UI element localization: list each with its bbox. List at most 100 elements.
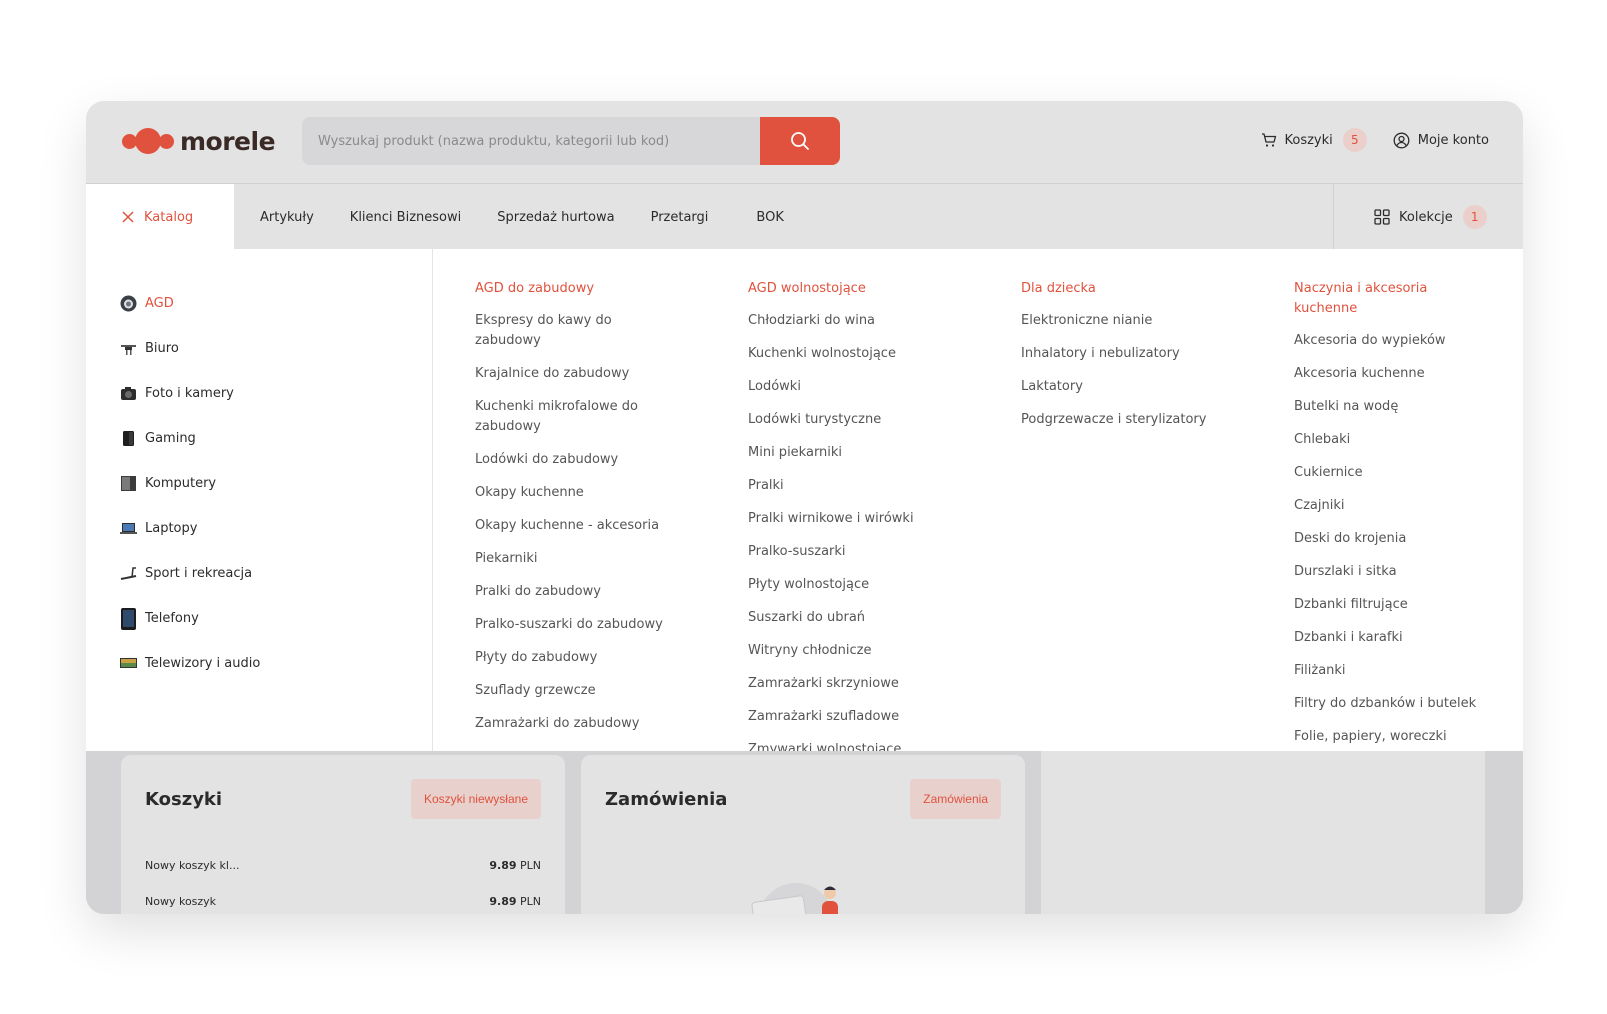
empty-card (1041, 751, 1485, 914)
category-item-agd[interactable]: AGD (120, 281, 420, 326)
logo-mark-icon (122, 128, 174, 154)
subcategory-link[interactable]: Kuchenki wolnostojące (748, 344, 948, 364)
carts-card-title: Koszyki (145, 789, 223, 810)
subcategory-link[interactable]: Pralko-suszarki do zabudowy (475, 615, 675, 635)
collections-count-badge: 1 (1462, 205, 1487, 229)
category-item-telewizory[interactable]: Telewizory i audio (120, 641, 420, 686)
subcategory-link[interactable]: Akcesoria do wypieków (1294, 331, 1494, 351)
subcategory-link[interactable]: Okapy kuchenne (475, 483, 675, 503)
subcategory-link[interactable]: Podgrzewacze i sterylizatory (1021, 410, 1221, 430)
subcategory-link[interactable]: Płyty do zabudowy (475, 648, 675, 668)
cart-row-price: 9.89 PLN (489, 895, 541, 908)
subcategory-link[interactable]: Krajalnice do zabudowy (475, 364, 675, 384)
subcategory-link[interactable]: Witryny chłodnicze (748, 641, 948, 661)
category-list: AGD Biuro Foto i kamery Gaming Komputery… (120, 281, 420, 686)
subcategory-heading[interactable]: Dla dziecka (1021, 279, 1221, 299)
subcategory-link[interactable]: Dzbanki filtrujące (1294, 595, 1494, 615)
category-item-telefony[interactable]: Telefony (120, 596, 420, 641)
subcategory-link[interactable]: Dzbanki i karafki (1294, 628, 1494, 648)
subcategory-heading[interactable]: AGD wolnostojące (748, 279, 948, 299)
category-item-foto[interactable]: Foto i kamery (120, 371, 420, 416)
orders-button[interactable]: Zamówienia (910, 779, 1001, 819)
subcategory-link[interactable]: Elektroniczne nianie (1021, 311, 1221, 331)
search-button[interactable] (760, 117, 840, 165)
subcategory-link[interactable]: Pralko-suszarki (748, 542, 948, 562)
subcategory-link[interactable]: Ekspresy do kawy do zabudowy (475, 311, 675, 351)
subcategory-link[interactable]: Lodówki do zabudowy (475, 450, 675, 470)
collections-link[interactable]: Kolekcje 1 (1333, 184, 1523, 250)
category-item-komputery[interactable]: Komputery (120, 461, 420, 506)
subcategory-link[interactable]: Płyty wolnostojące (748, 575, 948, 595)
nav-link-customer-service[interactable]: BOK (756, 210, 783, 225)
subcategory-link[interactable]: Lodówki turystyczne (748, 410, 948, 430)
nav-link-wholesale[interactable]: Sprzedaż hurtowa (497, 210, 614, 225)
subcategory-link[interactable]: Pralki do zabudowy (475, 582, 675, 602)
nav-link-tenders[interactable]: Przetargi (651, 210, 709, 225)
subcategory-heading[interactable]: AGD do zabudowy (475, 279, 675, 299)
subcategory-column: AGD do zabudowy Ekspresy do kawy do zabud… (475, 279, 675, 747)
carts-card: Koszyki Koszyki niewysłane Nowy koszyk k… (121, 755, 565, 914)
subcategory-link[interactable]: Filtry do dzbanków i butelek (1294, 694, 1494, 714)
subcategory-link[interactable]: Butelki na wodę (1294, 397, 1494, 417)
subcategory-link[interactable]: Zamrażarki skrzyniowe (748, 674, 948, 694)
subcategory-link[interactable]: Deski do krojenia (1294, 529, 1494, 549)
subcategory-link[interactable]: Inhalatory i nebulizatory (1021, 344, 1221, 364)
subcategory-link[interactable]: Cukiernice (1294, 463, 1494, 483)
category-label: Foto i kamery (145, 386, 234, 401)
subcategory-link[interactable]: Zmywarki wolnostojące (748, 740, 948, 751)
subcategory-link[interactable]: Okapy kuchenne - akcesoria (475, 516, 675, 536)
search-input[interactable] (302, 117, 760, 165)
subcategory-link[interactable]: Kuchenki mikrofalowe do zabudowy (475, 397, 675, 437)
subcategory-link[interactable]: Chlebaki (1294, 430, 1494, 450)
category-label: AGD (145, 296, 174, 311)
camera-icon (120, 385, 137, 402)
category-item-sport[interactable]: Sport i rekreacja (120, 551, 420, 596)
category-label: Laptopy (145, 521, 198, 536)
subcategory-link[interactable]: Filiżanki (1294, 661, 1494, 681)
account-link[interactable]: Moje konto (1393, 132, 1489, 149)
subcategory-link[interactable]: Szuflady grzewcze (475, 681, 675, 701)
search-icon (791, 132, 809, 150)
category-item-gaming[interactable]: Gaming (120, 416, 420, 461)
subcategory-link[interactable]: Czajniki (1294, 496, 1494, 516)
subcategory-link[interactable]: Pralki (748, 476, 948, 496)
search-bar (302, 117, 840, 165)
catalog-dropdown: AGD Biuro Foto i kamery Gaming Komputery… (86, 249, 1523, 751)
category-label: Telewizory i audio (145, 656, 261, 671)
subcategory-link[interactable]: Chłodziarki do wina (748, 311, 948, 331)
pc-case-icon (120, 475, 137, 492)
category-item-biuro[interactable]: Biuro (120, 326, 420, 371)
account-label: Moje konto (1417, 132, 1489, 148)
nav-link-business-clients[interactable]: Klienci Biznesowi (350, 210, 461, 225)
subcategory-link[interactable]: Zamrażarki do zabudowy (475, 714, 675, 734)
subcategory-link[interactable]: Suszarki do ubrań (748, 608, 948, 628)
nav-link-articles[interactable]: Artykuły (260, 210, 314, 225)
subcategory-link[interactable]: Pralki wirnikowe i wirówki (748, 509, 948, 529)
washing-machine-icon (120, 295, 137, 312)
subcategory-link[interactable]: Akcesoria kuchenne (1294, 364, 1494, 384)
subcategory-link[interactable]: Zamrażarki szufladowe (748, 707, 948, 727)
category-item-laptopy[interactable]: Laptopy (120, 506, 420, 551)
subcategory-link[interactable]: Mini piekarniki (748, 443, 948, 463)
catalog-toggle[interactable]: Katalog (86, 184, 234, 250)
category-label: Biuro (145, 341, 179, 356)
cart-row[interactable]: Nowy koszyk 9.89 PLN (145, 895, 541, 908)
subcategory-link[interactable]: Lodówki (748, 377, 948, 397)
app-window: morele Koszyki 5 (86, 101, 1523, 914)
catalog-label: Katalog (144, 209, 194, 225)
dropdown-divider (432, 249, 433, 751)
header-actions: Koszyki 5 Moje konto (1261, 128, 1489, 152)
subcategory-link[interactable]: Durszlaki i sitka (1294, 562, 1494, 582)
subcategory-link[interactable]: Laktatory (1021, 377, 1221, 397)
subcategory-link[interactable]: Piekarniki (475, 549, 675, 569)
subcategory-heading[interactable]: Naczynia i akcesoria kuchenne (1294, 279, 1494, 319)
laptop-icon (120, 520, 137, 537)
subcategory-column: Naczynia i akcesoria kuchenne Akcesoria d… (1294, 279, 1494, 751)
category-label: Komputery (145, 476, 217, 491)
unsent-carts-button[interactable]: Koszyki niewysłane (410, 779, 541, 819)
subcategory-link[interactable]: Folie, papiery, woreczki (1294, 727, 1494, 747)
logo[interactable]: morele (122, 125, 276, 157)
cart-link[interactable]: Koszyki 5 (1261, 128, 1367, 152)
cart-row[interactable]: Nowy koszyk kl... 9.89 PLN (145, 859, 541, 872)
subcategory-column: AGD wolnostojące Chłodziarki do wina Kuche… (748, 279, 948, 751)
